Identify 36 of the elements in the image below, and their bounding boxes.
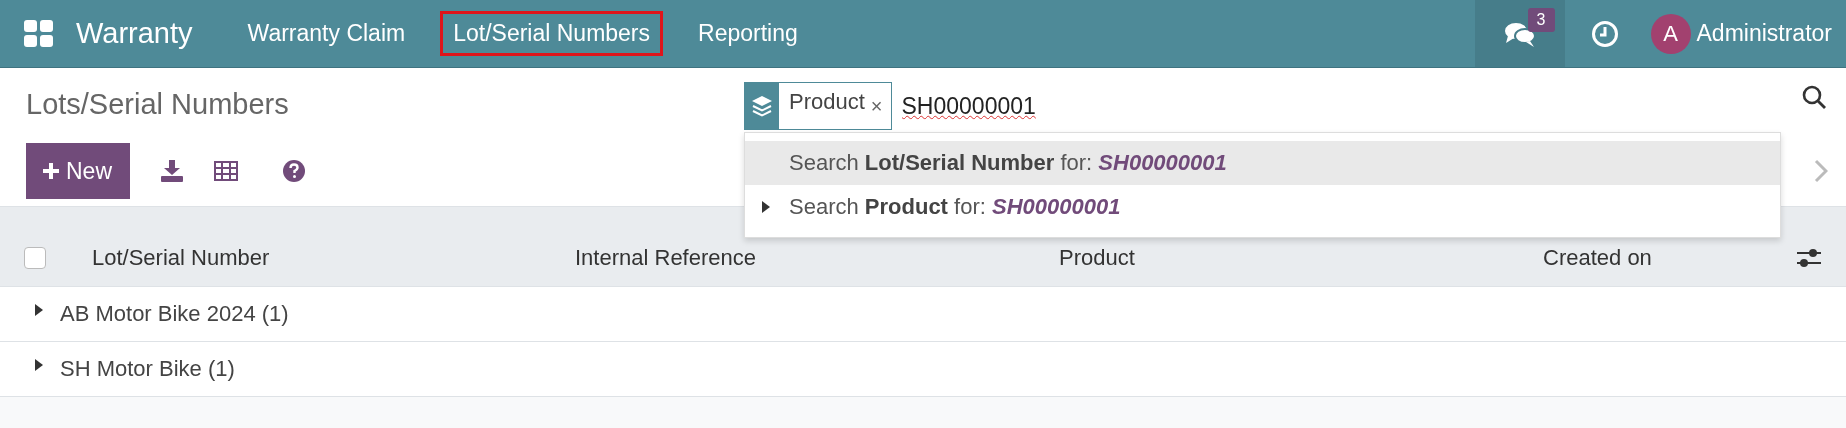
menu-item[interactable]: Reporting [685, 11, 811, 56]
select-all-checkbox[interactable] [24, 246, 46, 269]
layers-icon [750, 94, 774, 118]
search-field[interactable]: SH00000001 [891, 82, 1801, 130]
menu-item[interactable]: Warranty Claim [234, 11, 419, 56]
clock-icon[interactable] [1590, 19, 1619, 48]
plus-icon [42, 162, 60, 180]
expand-caret-icon[interactable] [761, 200, 771, 214]
column-header[interactable]: Lot/Serial Number [92, 244, 575, 271]
new-button[interactable]: New [26, 143, 130, 199]
user-name[interactable]: Administrator [1696, 20, 1832, 47]
help-icon[interactable] [282, 159, 306, 183]
user-avatar[interactable]: A [1650, 13, 1691, 54]
column-header[interactable]: Product [1059, 244, 1543, 271]
menu-item[interactable]: Lot/Serial Numbers [440, 11, 664, 56]
column-header[interactable]: Created on [1543, 244, 1773, 271]
group-row[interactable]: AB Motor Bike 2024 (1) [0, 287, 1846, 342]
search-facet[interactable]: Product × [744, 82, 892, 130]
search-suggestion[interactable]: Search Product for: SH00000001 [745, 185, 1780, 229]
group-row[interactable]: SH Motor Bike (1) [0, 342, 1846, 397]
facet-label: Product [788, 88, 866, 116]
group-label: AB Motor Bike 2024 (1) [60, 301, 289, 327]
download-icon[interactable] [160, 159, 184, 183]
group-label: SH Motor Bike (1) [60, 356, 235, 382]
apps-grid-icon[interactable] [24, 19, 54, 48]
caret-icon[interactable] [34, 303, 44, 317]
message-count-badge: 3 [1527, 8, 1555, 32]
messages-button[interactable]: 3 [1474, 0, 1565, 67]
search-suggestion[interactable]: Search Lot/Serial Number for: SH00000001 [745, 141, 1780, 185]
remove-facet-icon[interactable]: × [870, 83, 891, 129]
page-title: Lots/Serial Numbers [26, 88, 289, 121]
table-icon[interactable] [214, 161, 238, 181]
column-header[interactable]: Internal Reference [575, 244, 1059, 271]
app-name[interactable]: Warranty [76, 17, 193, 50]
caret-icon[interactable] [34, 358, 44, 372]
search-icon[interactable] [1801, 84, 1827, 110]
